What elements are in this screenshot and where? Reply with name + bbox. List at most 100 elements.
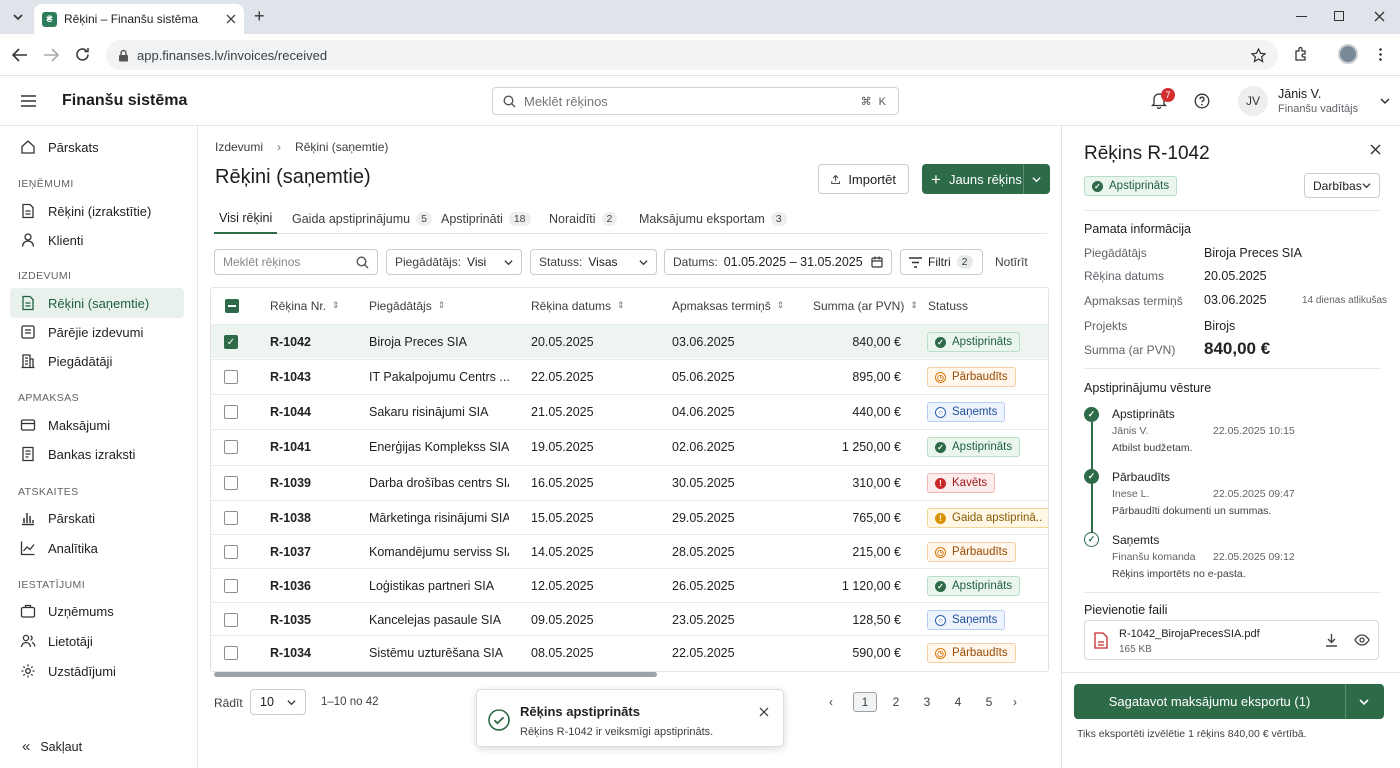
row-checkbox[interactable] [224,646,238,660]
horizontal-scrollbar[interactable] [214,672,657,677]
column-header-number[interactable]: Rēķina Nr. ⇕ [270,288,340,323]
sidebar-item-received-invoices[interactable]: Rēķini (saņemtie) [10,288,184,318]
row-checkbox[interactable] [224,440,238,454]
column-header-supplier[interactable]: Piegādātājs ⇕ [369,288,445,323]
extensions-icon[interactable] [1293,46,1309,62]
invoice-number[interactable]: R-1043 [270,360,311,394]
page-size-select[interactable]: 10 [250,689,306,715]
table-row[interactable]: R-1044 Sakaru risinājumi SIA 21.05.2025 … [211,394,1048,429]
maximize-icon[interactable] [1334,11,1344,21]
table-row[interactable]: R-1038 Mārketinga risinājumi SIA 15.05.2… [211,500,1048,535]
close-icon[interactable] [226,14,236,24]
invoice-number[interactable]: R-1044 [270,395,311,429]
sidebar-item-payments[interactable]: Maksājumi [10,410,184,440]
column-header-sum[interactable]: Summa (ar PVN) ⇕ [813,288,918,323]
invoice-number[interactable]: R-1038 [270,501,311,535]
breadcrumb-link[interactable]: Izdevumi [215,140,263,154]
table-row[interactable]: R-1037 Komandējumu serviss SIA 14.05.202… [211,534,1048,569]
sidebar-item-issued-invoices[interactable]: Rēķini (izrakstītie) [10,196,184,226]
chevron-down-icon[interactable] [1359,697,1369,707]
reload-icon[interactable] [75,47,90,62]
table-row[interactable]: R-1036 Loģistikas partneri SIA 12.05.202… [211,568,1048,603]
hamburger-menu-icon[interactable] [21,95,36,107]
page-4-button[interactable]: 4 [946,692,970,712]
table-row[interactable]: R-1035 Kancelejas pasaule SIA 09.05.2025… [211,602,1048,637]
table-row[interactable]: R-1043 IT Pakalpojumu Centrs ... 22.05.2… [211,359,1048,394]
row-checkbox[interactable] [224,545,238,559]
table-row[interactable]: R-1034 Sistēmu uzturēšana SIA 08.05.2025… [211,635,1048,670]
new-tab-icon[interactable]: + [254,7,265,25]
page-2-button[interactable]: 2 [884,692,908,712]
invoice-number[interactable]: R-1034 [270,636,311,670]
tab-list-button[interactable] [8,7,28,27]
page-3-button[interactable]: 3 [915,692,939,712]
sidebar-item-overview[interactable]: Pārskats [10,132,184,162]
row-checkbox[interactable]: ✓ [224,335,238,349]
page-1-button[interactable]: 1 [853,692,877,712]
invoice-number[interactable]: R-1036 [270,569,311,603]
tab-approved[interactable]: Apstiprināti 18 [441,204,531,234]
invoice-number[interactable]: R-1037 [270,535,311,569]
table-row[interactable]: R-1039 Darba drošības centrs SIA 16.05.2… [211,465,1048,500]
chevron-down-icon[interactable] [1032,175,1041,184]
browser-menu-icon[interactable] [1379,47,1382,61]
select-all-checkbox[interactable] [225,288,239,323]
sidebar-item-settings[interactable]: Uzstādījumi [10,656,184,686]
invoice-number[interactable]: R-1042 [270,325,311,359]
date-range-filter[interactable]: Datums: 01.05.2025 – 31.05.2025 [664,249,892,275]
row-checkbox[interactable] [224,370,238,384]
sidebar-item-reports[interactable]: Pārskati [10,503,184,533]
attached-file[interactable]: R-1042_BirojaPrecesSIA.pdf 165 KB [1084,620,1379,660]
sidebar-item-other-expenses[interactable]: Pārējie izdevumi [10,317,184,347]
status-filter-select[interactable]: Statuss: Visas [530,249,657,275]
invoice-number[interactable]: R-1041 [270,430,311,464]
prev-page-button[interactable]: ‹ [819,692,843,712]
notifications-button[interactable]: 7 [1150,88,1175,112]
table-row[interactable]: R-1041 Enerģijas Komplekss SIA 19.05.202… [211,429,1048,464]
row-checkbox[interactable] [224,613,238,627]
row-checkbox[interactable] [224,511,238,525]
close-panel-icon[interactable] [1370,144,1381,155]
sidebar-collapse-button[interactable]: « Sakļaut [22,738,82,755]
table-search-input[interactable]: Meklēt rēķinos [214,249,378,275]
sidebar-item-suppliers[interactable]: Piegādātāji [10,346,184,376]
sidebar-item-company[interactable]: Uzņēmums [10,596,184,626]
tab-payment-export[interactable]: Maksājumu eksportam 3 [639,204,787,234]
sidebar-item-bank-statements[interactable]: Bankas izraksti [10,439,184,469]
page-5-button[interactable]: 5 [977,692,1001,712]
minimize-icon[interactable] [1296,16,1307,17]
forward-icon[interactable] [43,48,59,62]
column-header-status[interactable]: Statuss [928,288,968,323]
download-icon[interactable] [1325,633,1338,647]
import-button[interactable]: Importēt [818,164,909,194]
profile-avatar-icon[interactable] [1338,44,1358,64]
global-search-input[interactable]: Meklēt rēķinos ⌘ K [492,87,899,115]
column-header-date[interactable]: Rēķina datums ⇕ [531,288,625,323]
help-icon[interactable] [1194,93,1210,109]
next-page-button[interactable]: › [1003,692,1027,712]
back-icon[interactable] [12,48,28,62]
new-invoice-button[interactable]: + Jauns rēķins [922,164,1024,194]
sidebar-item-users[interactable]: Lietotāji [10,626,184,656]
browser-tab[interactable]: ₴ Rēķini – Finanšu sistēma [34,4,244,34]
preview-eye-icon[interactable] [1354,634,1370,646]
row-checkbox[interactable] [224,476,238,490]
window-close-icon[interactable] [1374,11,1385,22]
bookmark-star-icon[interactable] [1251,47,1266,63]
invoice-number[interactable]: R-1035 [270,603,311,637]
tab-pending[interactable]: Gaida apstiprinājumu 5 [292,204,432,234]
supplier-filter-select[interactable]: Piegādātājs: Visi [386,249,522,275]
user-menu[interactable]: JV Jānis V. Finanšu vadītājs [1238,86,1390,116]
row-checkbox[interactable] [224,579,238,593]
filters-button[interactable]: Filtri 2 [900,249,983,275]
table-row[interactable]: ✓ R-1042 Biroja Preces SIA 20.05.2025 03… [211,324,1048,359]
prepare-payment-export-button[interactable]: Sagatavot maksājumu eksportu (1) [1074,684,1346,719]
tab-rejected[interactable]: Noraidīti 2 [549,204,618,234]
column-header-due[interactable]: Apmaksas termiņš ⇕ [672,288,784,323]
clear-filters-link[interactable]: Notīrīt [995,255,1028,269]
tab-all[interactable]: Visi rēķini [214,204,278,234]
actions-dropdown-button[interactable]: Darbības [1304,173,1380,198]
invoice-number[interactable]: R-1039 [270,466,311,500]
close-icon[interactable] [759,707,769,717]
sidebar-item-analytics[interactable]: Analītika [10,533,184,563]
